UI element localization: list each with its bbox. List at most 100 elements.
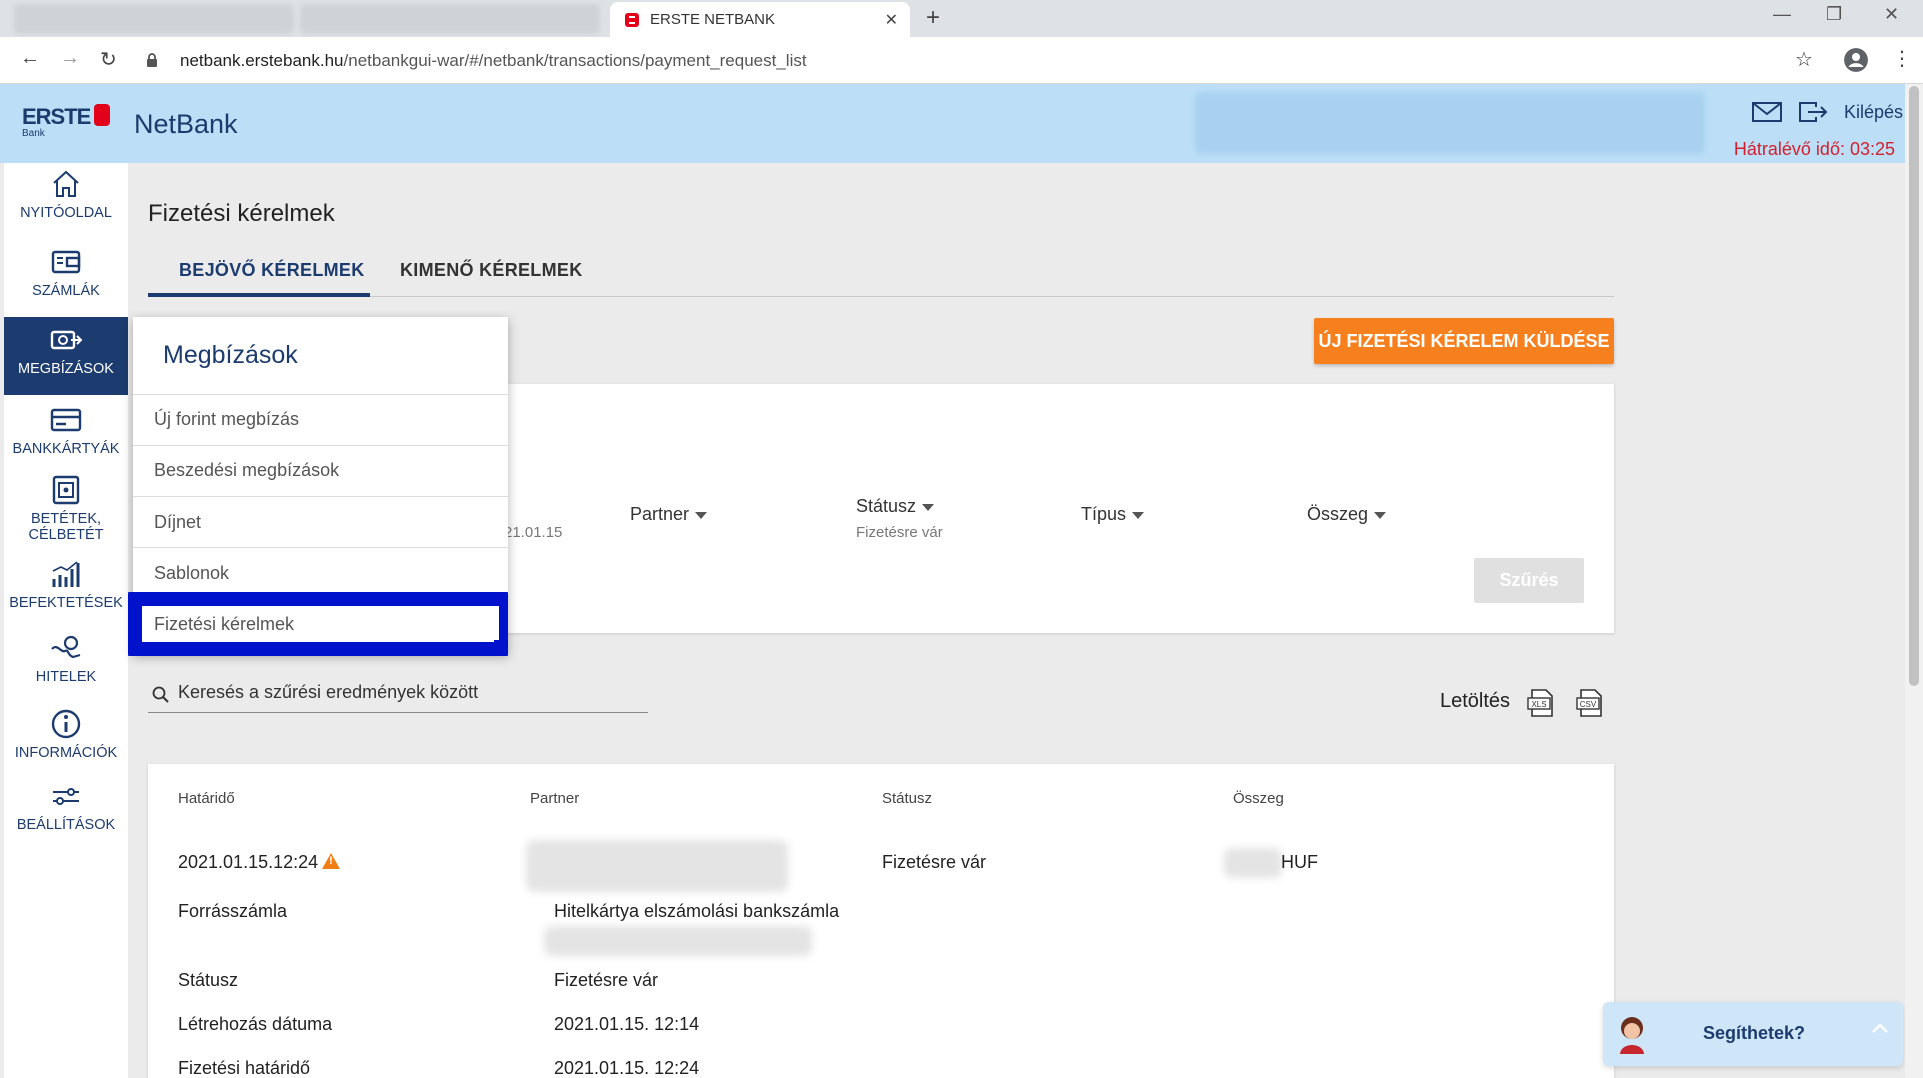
partner-filter-label: Partner (630, 504, 690, 524)
csv-download-icon[interactable]: CSV (1575, 688, 1605, 718)
sidebar-item-label: SZÁMLÁK (32, 283, 100, 299)
browser-menu-icon[interactable]: ⋮ (1892, 46, 1912, 71)
header-actions: Kilépés (1752, 101, 1903, 123)
erste-logo[interactable]: ERSTE Bank (22, 104, 111, 139)
blurred-tab[interactable] (14, 4, 294, 34)
page-scrollbar[interactable] (1905, 84, 1923, 1078)
date-filter-value[interactable]: 21.01.15 (504, 524, 562, 541)
detail-label-due: Fizetési határidő (178, 1058, 311, 1078)
account-number-redacted (544, 926, 812, 956)
search-input[interactable]: Keresés a szűrési eredmények között (148, 676, 648, 713)
reload-icon[interactable]: ↻ (100, 47, 117, 72)
logo-text: ERSTE (22, 104, 91, 129)
new-payment-request-button[interactable]: ÚJ FIZETÉSI KÉRELEM KÜLDÉSE (1314, 318, 1614, 364)
logout-icon[interactable] (1798, 101, 1828, 123)
filter-apply-button[interactable]: Szűrés (1474, 558, 1584, 603)
sidebar: NYITÓOLDAL SZÁMLÁK MEGBÍZÁSOK BANKKÁRTYÁ… (4, 163, 128, 1078)
active-tab-indicator (148, 293, 370, 297)
menu-divider (133, 394, 508, 395)
detail-value-status: Fizetésre vár (554, 970, 659, 990)
amount-filter-label: Összeg (1307, 504, 1369, 524)
sidebar-item-label: INFORMÁCIÓK (14, 745, 118, 761)
transfer-icon (50, 330, 83, 350)
browser-address-bar: ← → ↻ netbank.erstebank.hu/netbankgui-wa… (0, 37, 1923, 84)
window-close-icon[interactable]: ✕ (1884, 4, 1899, 25)
csv-label: CSV (1580, 700, 1597, 709)
sidebar-item-investments[interactable]: BEFEKTETÉSEK (4, 559, 128, 625)
sidebar-item-orders[interactable]: MEGBÍZÁSOK (4, 317, 128, 395)
partner-filter[interactable]: Partner (630, 504, 708, 525)
menu-divider (133, 496, 508, 497)
amount-filter[interactable]: Összeg (1307, 504, 1387, 525)
sidebar-item-label: BANKKÁRTYÁK (12, 441, 120, 457)
assistant-avatar-icon (1620, 1017, 1644, 1054)
blurred-tab[interactable] (300, 4, 600, 34)
browser-tab-active[interactable]: ERSTE NETBANK ✕ (610, 2, 910, 37)
back-icon[interactable]: ← (20, 47, 40, 70)
menu-item-payment-requests[interactable]: Fizetési kérelmek (154, 614, 294, 635)
request-tabs: BEJÖVŐ KÉRELMEK KIMENŐ KÉRELMEK (148, 250, 1614, 297)
menu-item-dijnet[interactable]: Díjnet (154, 512, 201, 533)
warning-icon (322, 853, 341, 869)
column-header-partner: Partner (530, 790, 580, 807)
mail-icon[interactable] (1752, 102, 1782, 122)
wallet-icon (51, 250, 81, 274)
browser-tab-title: ERSTE NETBANK (650, 11, 776, 28)
chevron-up-icon[interactable] (1871, 1022, 1889, 1034)
sidebar-item-info[interactable]: INFORMÁCIÓK (4, 709, 128, 775)
sidebar-item-cards[interactable]: BANKKÁRTYÁK (4, 405, 128, 471)
menu-item-templates[interactable]: Sablonok (154, 563, 229, 584)
logo-sub: Bank (22, 128, 45, 139)
minimize-icon[interactable]: — (1773, 4, 1791, 25)
brand-title: NetBank (134, 109, 238, 139)
sidebar-item-settings[interactable]: BEÁLLÍTÁSOK (4, 781, 128, 847)
chart-icon (52, 561, 80, 587)
xls-download-icon[interactable]: XLS (1526, 688, 1556, 718)
chat-label: Segíthetek? (1703, 1023, 1806, 1043)
forward-icon[interactable]: → (60, 47, 80, 70)
menu-item-direct-debits[interactable]: Beszedési megbízások (154, 460, 339, 481)
sidebar-item-deposits[interactable]: BETÉTEK, CÉLBETÉT (4, 475, 128, 559)
sidebar-item-label: BEFEKTETÉSEK (9, 595, 123, 611)
detail-label-created: Létrehozás dátuma (178, 1014, 333, 1034)
bookmark-star-icon[interactable]: ☆ (1795, 47, 1813, 72)
chevron-down-icon (1132, 511, 1145, 519)
tab-outgoing[interactable]: KIMENŐ KÉRELMEK (400, 260, 583, 281)
scrollbar-thumb[interactable] (1909, 86, 1919, 686)
chevron-down-icon (1374, 511, 1387, 519)
menu-item-new-transfer[interactable]: Új forint megbízás (154, 409, 299, 430)
chat-widget[interactable]: Segíthetek? (1603, 1002, 1903, 1066)
xls-label: XLS (1531, 700, 1546, 709)
close-tab-icon[interactable]: ✕ (885, 10, 898, 30)
logout-link[interactable]: Kilépés (1844, 102, 1903, 123)
type-filter[interactable]: Típus (1081, 504, 1145, 525)
new-tab-icon[interactable]: + (926, 4, 940, 32)
sidebar-item-home[interactable]: NYITÓOLDAL (4, 169, 128, 235)
url-field[interactable]: netbank.erstebank.hu/netbankgui-war/#/ne… (180, 51, 807, 71)
type-filter-label: Típus (1081, 504, 1127, 524)
search-placeholder: Keresés a szűrési eredmények között (178, 682, 479, 702)
profile-avatar-icon[interactable] (1844, 48, 1868, 72)
column-header-amount: Összeg (1233, 790, 1284, 807)
sidebar-item-loans[interactable]: HITELEK (4, 633, 128, 699)
tab-incoming[interactable]: BEJÖVŐ KÉRELMEK (179, 260, 365, 281)
sidebar-item-label: HITELEK (35, 669, 97, 685)
orders-dropdown-menu: Megbízások Új forint megbízás Beszedési … (128, 317, 508, 656)
row-currency: HUF (1281, 852, 1318, 872)
detail-value-due: 2021.01.15. 12:24 (554, 1058, 700, 1078)
amount-redacted (1224, 848, 1282, 878)
chevron-down-icon (695, 511, 708, 519)
lock-icon (147, 53, 157, 67)
erste-s-icon (94, 104, 111, 126)
partner-redacted (526, 840, 788, 892)
sidebar-item-accounts[interactable]: SZÁMLÁK (4, 247, 128, 313)
row-deadline: 2021.01.15.12:24 (178, 852, 341, 873)
status-filter[interactable]: Státusz (856, 496, 935, 517)
menu-divider (133, 547, 508, 548)
browser-tabstrip: ERSTE NETBANK ✕ + — ❐ ✕ (0, 0, 1923, 37)
safe-icon (52, 475, 80, 505)
menu-divider (133, 445, 508, 446)
row-status: Fizetésre vár (882, 852, 987, 872)
sidebar-item-label: BETÉTEK, (30, 511, 102, 527)
maximize-icon[interactable]: ❐ (1826, 4, 1842, 25)
